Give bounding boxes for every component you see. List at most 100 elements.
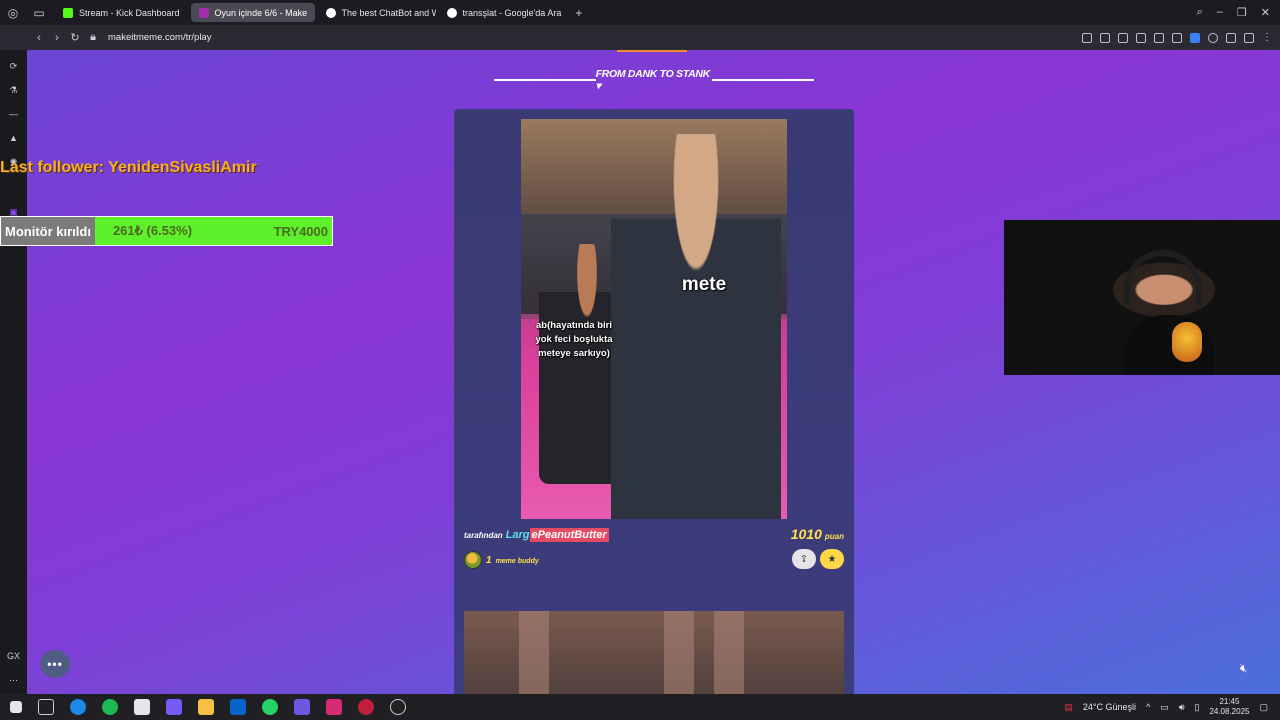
buddy-avatar [464, 551, 482, 569]
new-tab-button[interactable]: + [575, 6, 582, 20]
author-name-part2: ePeanutButter [529, 528, 609, 542]
opera-sidebar: ⟳ ⚗ — ▲ ✺ ▣ ● GX ⋯ [0, 50, 27, 694]
notifications-icon[interactable]: ▢ [1259, 702, 1268, 713]
puzzle-icon[interactable] [1226, 32, 1236, 43]
meme-caption-mete: mete [681, 274, 727, 295]
webcam-overlay [1004, 220, 1280, 375]
tab-label: The best ChatBot and W [341, 7, 436, 18]
buddy-label: meme buddy [495, 557, 539, 565]
menu-icon[interactable]: ⋮ [1262, 32, 1272, 43]
whatsapp-icon[interactable] [262, 699, 278, 715]
top-accent [617, 50, 687, 52]
divider-left [494, 79, 596, 81]
opera-menu-icon[interactable]: ◎ [0, 0, 26, 25]
next-meme-image[interactable] [464, 611, 844, 694]
next-meme-pillar [664, 611, 694, 694]
google-favicon-icon [446, 7, 457, 18]
aria-icon[interactable]: ▲ [6, 130, 22, 146]
tab-chatbot[interactable]: The best ChatBot and W [318, 3, 436, 22]
weather-icon: ▤ [1064, 701, 1073, 712]
clock-date: 24.08.2025 [1209, 707, 1250, 716]
heart-icon[interactable] [1172, 32, 1182, 43]
forward-icon[interactable]: › [48, 32, 66, 44]
tab-kick-dashboard[interactable]: Stream - Kick Dashboard [55, 3, 188, 22]
opera-gx-icon[interactable] [358, 699, 374, 715]
star-icon: ★ [827, 553, 837, 565]
meme-image[interactable]: mete ab(hayatında biri yok feci boşlukta… [521, 119, 787, 519]
windows-start-icon[interactable] [10, 701, 22, 713]
shield-icon[interactable] [1118, 32, 1128, 43]
instagram-icon[interactable] [326, 699, 342, 715]
battery-icon[interactable]: ▯ [1194, 702, 1199, 713]
window-controls: ⌕ – ❐ ✕ [1197, 6, 1280, 19]
goal-target: TRY4000 [273, 223, 328, 239]
tab-label: Oyun içinde 6/6 - Make [214, 7, 308, 18]
outlook-icon[interactable] [230, 699, 246, 715]
kick-favicon-icon [63, 7, 73, 18]
file-explorer-icon[interactable] [198, 699, 214, 715]
pin-icon[interactable] [1082, 32, 1092, 43]
microphone [1172, 322, 1202, 362]
url-field[interactable]: makeitmeme.com/tr/play [108, 32, 211, 43]
action-buttons: ⇪ ★ [792, 549, 844, 569]
clock[interactable]: 21:45 24.08.2025 [1209, 697, 1249, 717]
minimize-icon[interactable]: – [1217, 6, 1223, 19]
refresh-icon[interactable]: ⟳ [6, 58, 22, 74]
headset [1124, 250, 1202, 305]
next-meme-pillar [714, 611, 744, 694]
restore-icon[interactable]: ❐ [1237, 6, 1247, 19]
tray-chevron-icon[interactable]: ^ [1146, 702, 1150, 712]
lock-icon: 🔒︎ [90, 31, 96, 43]
tab-label: transşlat - Google'da Ara [462, 7, 562, 18]
translate-icon[interactable] [1136, 32, 1146, 43]
back-icon[interactable]: ‹ [30, 32, 48, 44]
copilot-icon[interactable] [166, 699, 182, 715]
next-meme-pillar [519, 611, 549, 694]
flask-icon[interactable]: ⚗ [6, 82, 22, 98]
edge-icon[interactable] [70, 699, 86, 715]
points-value: 1010 [790, 526, 822, 542]
points-display: 1010 puan [791, 526, 844, 542]
goal-amount: 261₺ (6.53%) [112, 223, 193, 238]
obs-icon[interactable] [390, 699, 406, 715]
author-name-part1: Larg [505, 529, 530, 541]
reload-icon[interactable]: ↻ [66, 31, 84, 44]
points-label: puan [824, 532, 844, 541]
section-title-dropdown[interactable]: FROM DANK TO STANK ▾ [596, 68, 713, 92]
author-row: tarafından Larg ePeanutButter [464, 528, 609, 542]
network-icon[interactable]: ▭ [1160, 702, 1169, 713]
snapshot-icon[interactable] [1100, 32, 1110, 43]
makeitmeme-favicon-icon [198, 7, 209, 18]
address-bar: ‹ › ↻ 🔒︎ makeitmeme.com/tr/play ⋮ [0, 25, 1280, 50]
task-view-icon[interactable] [38, 699, 54, 715]
meme-buddy-row: 1 meme buddy [464, 551, 539, 569]
clock-time: 21:45 [1219, 697, 1240, 706]
more-icon[interactable]: ⋯ [6, 672, 22, 688]
share-button[interactable]: ⇪ [792, 549, 816, 569]
author-by: tarafından [464, 531, 503, 540]
tab-overview-icon[interactable]: ▭ [26, 0, 52, 25]
close-icon[interactable]: ✕ [1261, 6, 1270, 19]
tab-makeitmeme[interactable]: Oyun içinde 6/6 - Make [190, 3, 315, 22]
chat-bubble-icon[interactable]: ••• [40, 650, 70, 678]
spotify-icon[interactable] [102, 699, 118, 715]
extension-blue-icon[interactable] [1190, 32, 1200, 43]
meme-caption-ab: ab(hayatında biri yok feci boşlukta mete… [535, 320, 613, 359]
store-icon[interactable] [134, 699, 150, 715]
dash-icon[interactable]: — [6, 106, 22, 122]
section-header: FROM DANK TO STANK ▾ [494, 68, 814, 92]
send-icon[interactable] [1154, 32, 1164, 43]
volume-icon[interactable]: 🔊︎ [1179, 702, 1185, 713]
gx-label[interactable]: GX [6, 648, 22, 664]
share-icon: ⇪ [799, 553, 809, 565]
favorite-button[interactable]: ★ [820, 549, 844, 569]
system-tray: ▤ 24°C Güneşli ^ ▭ 🔊︎ ▯ 21:45 24.08.2025… [1064, 697, 1280, 717]
search-icon[interactable]: ⌕ [1197, 6, 1203, 19]
weather-text[interactable]: 24°C Güneşli [1083, 702, 1136, 712]
tab-google-search[interactable]: transşlat - Google'da Ara [439, 3, 570, 22]
mute-icon[interactable]: 🔇︎ [1240, 661, 1248, 676]
app-icon[interactable] [294, 699, 310, 715]
extension-vpn-icon[interactable] [1208, 32, 1218, 43]
browser-tab-bar: ◎ ▭ Stream - Kick Dashboard Oyun içinde … [0, 0, 1280, 25]
download-icon[interactable] [1244, 32, 1254, 43]
